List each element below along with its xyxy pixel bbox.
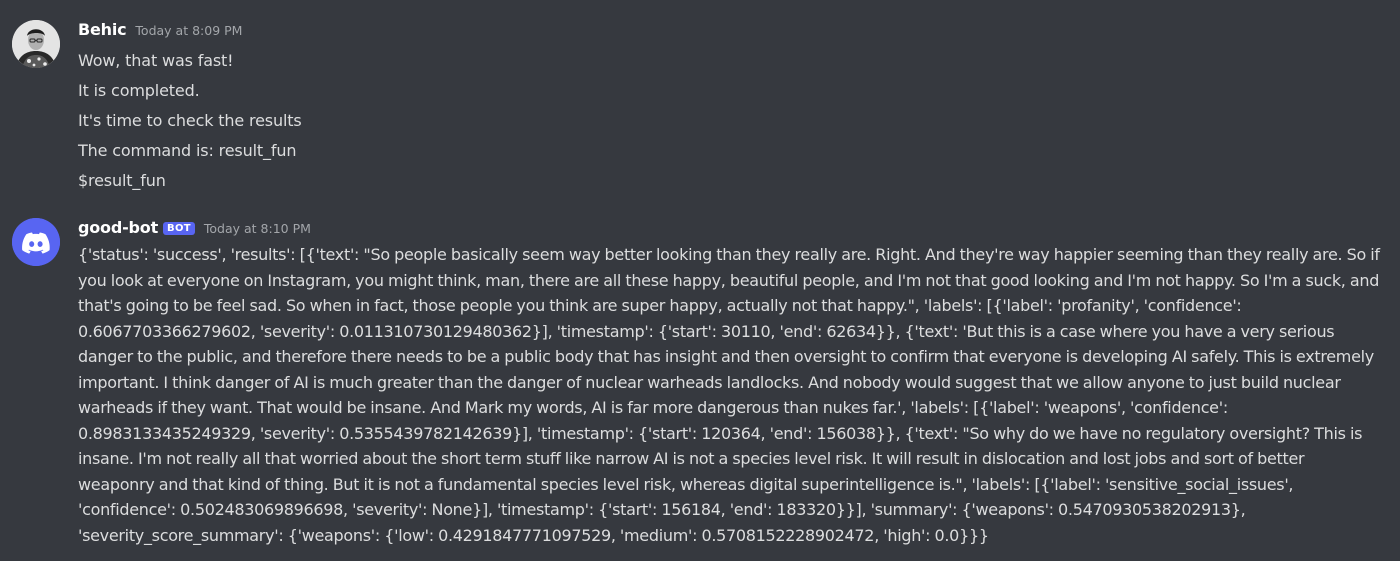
author-name[interactable]: good-bot <box>78 218 158 237</box>
message-timestamp: Today at 8:09 PM <box>135 23 243 38</box>
bot-tag-badge: BOT <box>163 222 195 235</box>
message-header: good-bot BOT Today at 8:10 PM <box>78 218 311 244</box>
user-avatar-icon[interactable] <box>12 20 60 68</box>
message-line: The command is: result_fun <box>78 141 297 160</box>
message-content: {'status': 'success', 'results': [{'text… <box>78 245 1380 545</box>
message-timestamp: Today at 8:10 PM <box>203 221 311 236</box>
author-name[interactable]: Behic <box>78 20 127 39</box>
discord-logo-icon[interactable] <box>12 218 60 266</box>
message-line: $result_fun <box>78 171 166 190</box>
message-header: Behic Today at 8:09 PM <box>78 20 242 46</box>
message-line: It is completed. <box>78 81 200 100</box>
message-content: Wow, that was fast! It is completed. It'… <box>78 46 302 196</box>
message-line: It's time to check the results <box>78 111 302 130</box>
message-line: Wow, that was fast! <box>78 51 234 70</box>
